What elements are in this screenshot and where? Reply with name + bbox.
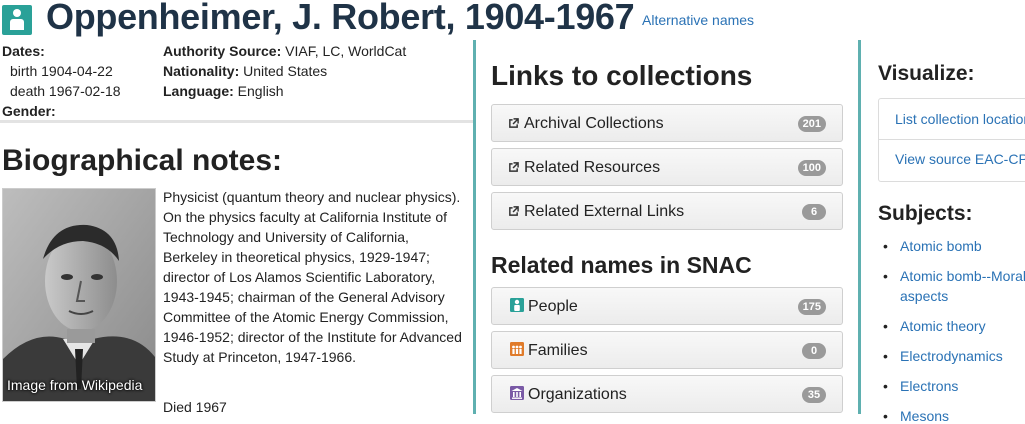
middle-column: Links to collections Archival Collection… [477, 40, 857, 424]
visualize-panel: List collection locations View source EA… [878, 98, 1025, 182]
left-column: Dates: birth 1904-04-22 death 1967-02-18… [0, 40, 474, 424]
subject-link-line1: Atomic bomb--Moral [900, 268, 1025, 284]
subject-link[interactable]: Electrons [900, 378, 958, 394]
related-resources-button[interactable]: Related Resources 100 [491, 148, 843, 186]
portrait-image [3, 189, 155, 401]
subject-link[interactable]: Atomic bomb--Moral aspects [900, 268, 1025, 304]
button-label: People [528, 298, 578, 315]
list-collection-locations-link[interactable]: List collection locations [895, 111, 1025, 127]
subjects-heading: Subjects: [878, 202, 973, 225]
view-source-eac-cpf-link[interactable]: View source EAC-CPF [895, 151, 1025, 167]
photo-caption: Image from Wikipedia [7, 377, 143, 393]
button-label: Related External Links [524, 203, 685, 220]
count-badge: 100 [797, 160, 826, 176]
list-item: Atomic theory [883, 316, 1025, 336]
list-item: Atomic bomb--Moral aspects [883, 266, 1025, 306]
list-item: Electrodynamics [883, 346, 1025, 366]
list-item: Mesons [883, 406, 1025, 424]
archival-collections-button[interactable]: Archival Collections 201 [491, 104, 843, 142]
count-badge: 0 [802, 343, 826, 359]
count-badge: 35 [802, 387, 826, 403]
subject-link[interactable]: Mesons [900, 408, 949, 424]
page-title: Oppenheimer, J. Robert, 1904-1967 [46, 0, 635, 37]
external-link-icon [509, 162, 519, 172]
related-names-heading: Related names in SNAC [491, 252, 752, 278]
count-badge: 201 [797, 116, 826, 132]
count-badge: 175 [797, 299, 826, 315]
person-icon [510, 298, 524, 312]
subjects-list: Atomic bomb Atomic bomb--Moral aspects At… [883, 236, 1025, 424]
nationality-value: United States [243, 63, 328, 79]
page-header: Oppenheimer, J. Robert, 1904-1967 Altern… [0, 0, 1025, 40]
list-item: Atomic bomb [883, 236, 1025, 256]
people-button[interactable]: People 175 [491, 287, 843, 325]
nationality-label: Nationality: [163, 63, 240, 79]
death-date: death 1967-02-18 [10, 83, 121, 99]
organization-icon [510, 386, 524, 400]
family-icon [510, 342, 524, 356]
person-icon [2, 5, 32, 35]
birth-date: birth 1904-04-22 [10, 63, 113, 79]
biographical-notes-heading: Biographical notes: [2, 144, 283, 177]
subject-link[interactable]: Atomic theory [900, 318, 986, 334]
authority-label: Authority Source: [163, 43, 282, 59]
biographical-text: Physicist (quantum theory and nuclear ph… [163, 189, 462, 365]
links-to-collections-heading: Links to collections [491, 60, 753, 91]
visualize-heading: Visualize: [878, 62, 975, 85]
button-label: Families [528, 342, 588, 359]
related-external-links-button[interactable]: Related External Links 6 [491, 192, 843, 230]
facts-panel: Dates: birth 1904-04-22 death 1967-02-18… [0, 40, 474, 123]
external-link-icon [509, 206, 519, 216]
column-divider-right [858, 40, 861, 414]
right-column: Visualize: List collection locations Vie… [862, 40, 1025, 424]
external-link-icon [509, 118, 519, 128]
subject-link-line2: aspects [900, 288, 949, 304]
button-label: Archival Collections [524, 115, 664, 132]
alternative-names-link[interactable]: Alternative names [642, 12, 754, 28]
language-label: Language: [163, 83, 234, 99]
subject-link[interactable]: Electrodynamics [900, 348, 1003, 364]
subject-link[interactable]: Atomic bomb [900, 238, 982, 254]
column-divider-left [473, 40, 476, 414]
count-badge: 6 [802, 204, 826, 220]
button-label: Organizations [528, 386, 627, 403]
families-button[interactable]: Families 0 [491, 331, 843, 369]
authority-value: VIAF, LC, WorldCat [285, 43, 407, 59]
list-item: Electrons [883, 376, 1025, 396]
portrait-photo[interactable]: Image from Wikipedia [2, 188, 156, 402]
gender-label: Gender: [2, 103, 56, 119]
language-value: English [237, 83, 284, 99]
died-note: Died 1967 [163, 399, 227, 415]
divider [879, 139, 1025, 140]
organizations-button[interactable]: Organizations 35 [491, 375, 843, 413]
dates-label: Dates: [2, 43, 45, 59]
button-label: Related Resources [524, 159, 661, 176]
